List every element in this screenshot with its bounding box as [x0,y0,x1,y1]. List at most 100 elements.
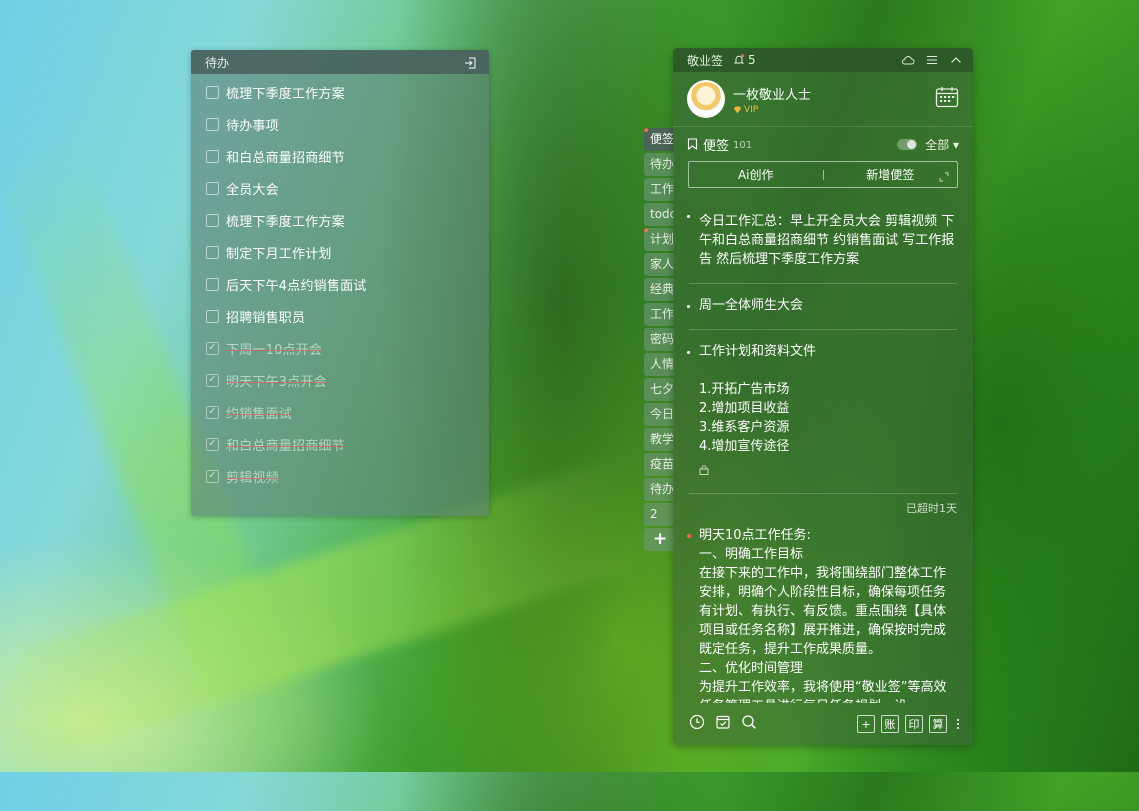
todo-item[interactable]: 待办事项 [191,108,489,140]
app-name: 敬业签 [687,53,724,68]
todo-item[interactable]: ✓ 下周一10点开会 [191,332,489,364]
view-toggle[interactable] [897,138,918,150]
checkbox[interactable] [206,149,219,163]
checkbox[interactable] [206,85,219,99]
note-item[interactable]: 明天10点工作任务: 一、明确工作目标 在接下来的工作中，我将围绕部门整体工作安… [687,522,957,703]
checked-checkbox[interactable]: ✓ [206,373,219,387]
menu-icon[interactable] [925,53,939,67]
overdue-label: 已超时1天 [906,502,957,515]
notes-titlebar: 敬业签 5 [673,48,973,72]
todo-item[interactable]: 梳理下季度工作方案 [191,204,489,236]
notification-bell[interactable]: 5 [733,53,756,67]
checked-checkbox[interactable]: ✓ [206,437,219,451]
checked-checkbox[interactable]: ✓ [206,469,219,483]
checkbox[interactable] [206,277,219,291]
note-bullet [687,351,690,354]
add-button[interactable]: + [857,715,875,733]
category-tab[interactable]: 七夕 [644,378,674,401]
category-tab[interactable]: 密码 [644,328,674,351]
category-tab[interactable]: 家人 [644,253,674,276]
category-tab[interactable]: 待办 [644,153,674,176]
cloud-sync-icon[interactable] [901,53,915,67]
category-tab[interactable]: 工作 [644,178,674,201]
todo-item[interactable]: 后天下午4点约销售面试 [191,268,489,300]
checkbox[interactable] [206,309,219,323]
user-name: 一枚敬业人士 [733,87,812,103]
todo-item-text: 约销售面试 [226,406,293,422]
add-category-button[interactable]: + [644,528,674,551]
category-tab-label: 密码 [650,332,674,346]
todo-item[interactable]: ✓ 约销售面试 [191,396,489,428]
todo-item[interactable]: 和白总商量招商细节 [191,140,489,172]
category-tab[interactable]: 工作 [644,303,674,326]
checkbox[interactable] [206,245,219,259]
todo-item[interactable]: 梳理下季度工作方案 [191,76,489,108]
print-button[interactable]: 印 [905,715,923,733]
todo-item-text: 制定下月工作计划 [226,246,332,262]
notes-footer: + 账印算 [673,703,973,745]
todo-item[interactable]: 制定下月工作计划 [191,236,489,268]
category-tab-label: 人情 [650,357,674,371]
checkbox[interactable] [206,117,219,131]
note-item[interactable]: 今日工作汇总：早上开全员大会 剪辑视频 下午和白总商量招商细节 约销售面试 写工… [687,194,957,284]
avatar[interactable] [687,80,725,118]
todo-item-text: 明天下午3点开会 [226,374,327,390]
bookmark-icon [687,135,698,154]
filter-dropdown[interactable]: 全部 ▾ [925,136,959,153]
category-tab[interactable]: 便签 [644,128,674,151]
notes-panel: 敬业签 5 一枚敬业人士 VIP 便签 101 全部 ▾ Ai创作 新增便签 今… [673,48,973,745]
more-icon[interactable] [955,719,961,729]
category-tab-label: todo [650,207,674,221]
note-text: 明天10点工作任务: 一、明确工作目标 在接下来的工作中，我将围绕部门整体工作安… [699,528,947,703]
calendar-icon[interactable] [935,86,959,112]
category-tab[interactable]: 疫苗 [644,453,674,476]
notification-count: 5 [748,53,756,67]
category-tab-label: 今日 [650,407,674,421]
category-tab[interactable]: 经典 [644,278,674,301]
calculate-button[interactable]: 算 [929,715,947,733]
section-label: 便签 [703,138,730,154]
todo-item[interactable]: ✓ 和白总商量招商细节 [191,428,489,460]
todo-item[interactable]: 全员大会 [191,172,489,204]
category-tab[interactable]: todo [644,203,674,226]
todo-item[interactable]: ✓ 明天下午3点开会 [191,364,489,396]
note-item[interactable]: 工作计划和资料文件 1.开拓广告市场 2.增加项目收益 3.维系客户资源 4.增… [687,330,957,494]
search-icon[interactable] [741,714,757,734]
footer-tools: + 账印算 [857,715,961,733]
note-bullet [687,305,690,308]
todo-panel: 待办 梳理下季度工作方案 待办事项 和白总商量招商细节 全员大会 梳理下季度工作方案 制定… [191,50,489,516]
category-tab-label: 工作 [650,307,674,321]
expand-icon[interactable] [939,171,949,185]
todo-header: 待办 [191,50,489,74]
note-text: 周一全体师生大会 [699,298,804,313]
todo-item[interactable]: 招聘销售职员 [191,300,489,332]
category-tab[interactable]: 计划 [644,228,674,251]
todo-item-text: 招聘销售职员 [226,310,306,326]
account-button[interactable]: 账 [881,715,899,733]
exit-icon[interactable] [463,55,477,69]
todo-item-text: 剪辑视频 [226,470,279,486]
category-tab[interactable]: 待办 [644,478,674,501]
checklist-icon[interactable] [715,714,731,734]
diamond-icon [734,106,741,113]
todo-item[interactable]: ✓ 剪辑视频 [191,460,489,492]
checked-checkbox[interactable]: ✓ [206,405,219,419]
ai-create-button[interactable]: Ai创作 [689,166,823,183]
category-tab[interactable]: 今日 [644,403,674,426]
action-bar: Ai创作 新增便签 [688,161,958,188]
collapse-icon[interactable] [949,53,963,67]
category-tab-label: 工作 [650,182,674,196]
category-tab[interactable]: 2 [644,503,674,526]
category-tab-label: 七夕 [650,382,674,396]
category-tab[interactable]: 教学 [644,428,674,451]
checkbox[interactable] [206,181,219,195]
category-tab[interactable]: 人情 [644,353,674,376]
checked-checkbox[interactable]: ✓ [206,341,219,355]
note-item[interactable]: 周一全体师生大会 [687,284,957,330]
todo-list: 梳理下季度工作方案 待办事项 和白总商量招商细节 全员大会 梳理下季度工作方案 制定下月工… [191,76,489,492]
checkbox[interactable] [206,213,219,227]
category-tab-label: 2 [650,507,658,521]
note-text: 工作计划和资料文件 1.开拓广告市场 2.增加项目收益 3.维系客户资源 4.增… [699,344,817,454]
new-note-button[interactable]: 新增便签 [824,166,958,183]
clock-icon[interactable] [689,714,705,734]
